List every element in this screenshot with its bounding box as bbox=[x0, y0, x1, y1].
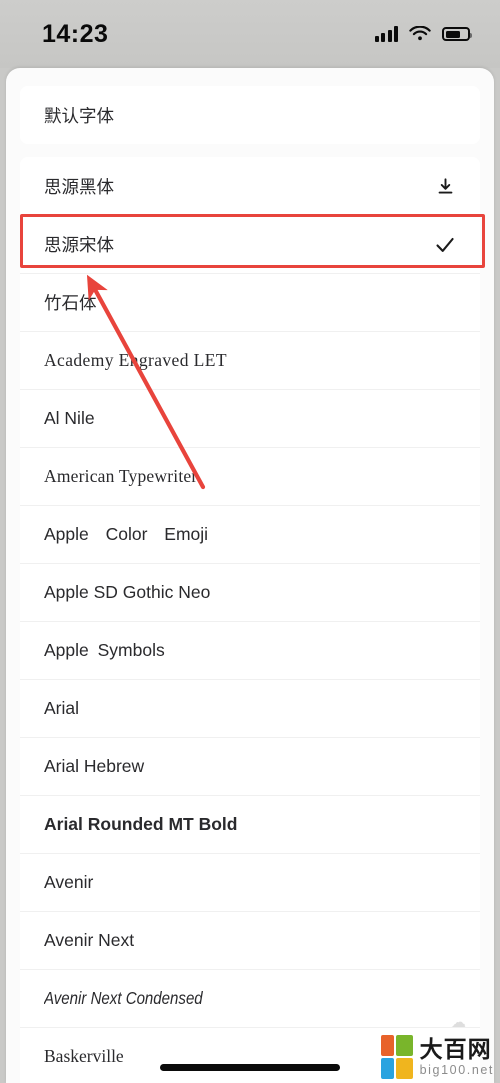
font-row-avenir[interactable]: Avenir bbox=[20, 853, 480, 911]
font-row-american-typewriter[interactable]: American Typewriter bbox=[20, 447, 480, 505]
row-trailing-empty bbox=[432, 464, 458, 490]
font-row-siyuan-heiti[interactable]: 思源黑体 bbox=[20, 157, 480, 215]
row-trailing-empty bbox=[432, 290, 458, 316]
row-trailing-empty bbox=[432, 870, 458, 896]
font-row-avenir-next[interactable]: Avenir Next bbox=[20, 911, 480, 969]
font-row-arial-rounded-mt-bold[interactable]: Arial Rounded MT Bold bbox=[20, 795, 480, 853]
font-row-label: Arial bbox=[44, 698, 80, 718]
status-bar-clock: 14:23 bbox=[42, 19, 109, 48]
watermark-en-text: big100.net bbox=[419, 1062, 494, 1077]
row-trailing-empty bbox=[432, 696, 458, 722]
watermark: 大百网 big100.net bbox=[380, 1035, 494, 1079]
font-row-academy-engraved-let[interactable]: Academy Engraved LET bbox=[20, 331, 480, 389]
font-row-label: American Typewriter bbox=[44, 466, 198, 486]
row-trailing-empty bbox=[432, 812, 458, 838]
font-row-label: Apple SD Gothic Neo bbox=[44, 582, 211, 602]
font-row-label: 默认字体 bbox=[44, 105, 114, 126]
row-trailing-empty bbox=[432, 986, 458, 1012]
font-row-label: Avenir bbox=[44, 872, 94, 892]
font-row-arial[interactable]: Arial bbox=[20, 679, 480, 737]
watermark-logo-icon bbox=[380, 1035, 413, 1079]
font-row-label: Academy Engraved LET bbox=[44, 350, 227, 370]
wifi-icon bbox=[409, 26, 431, 41]
font-row-label: Avenir Next bbox=[44, 930, 135, 950]
cellular-signal-icon bbox=[374, 26, 398, 42]
font-row-label: 思源宋体 bbox=[44, 235, 114, 255]
font-row-label: Apple Color Emoji bbox=[44, 524, 209, 544]
font-picker-sheet: 默认字体 思源黑体 思源宋体 竹石体 Academy Engraved LET … bbox=[6, 68, 494, 1083]
font-row-zhushiti[interactable]: 竹石体 bbox=[20, 273, 480, 331]
font-row-avenir-next-condensed[interactable]: Avenir Next Condensed bbox=[20, 969, 480, 1027]
font-row-al-nile[interactable]: Al Nile bbox=[20, 389, 480, 447]
cloud-download-glyph-partial: ☁ bbox=[451, 1014, 466, 1031]
font-row-apple-sd-gothic-neo[interactable]: Apple SD Gothic Neo bbox=[20, 563, 480, 621]
font-row-label: 竹石体 bbox=[44, 293, 97, 313]
font-row-default[interactable]: 默认字体 bbox=[20, 86, 480, 144]
watermark-cn-text: 大百网 bbox=[419, 1035, 492, 1062]
row-trailing-empty bbox=[432, 522, 458, 548]
row-trailing-empty bbox=[432, 406, 458, 432]
status-bar: 14:23 bbox=[0, 0, 500, 68]
watermark-text: 大百网 big100.net bbox=[419, 1035, 494, 1077]
download-icon[interactable] bbox=[432, 173, 458, 199]
home-indicator-bar[interactable] bbox=[160, 1064, 340, 1071]
font-row-apple-color-emoji[interactable]: Apple Color Emoji bbox=[20, 505, 480, 563]
row-trailing-empty bbox=[432, 638, 458, 664]
font-list-group: 思源黑体 思源宋体 竹石体 Academy Engraved LET Al Ni… bbox=[20, 157, 480, 1083]
battery-icon bbox=[442, 27, 472, 41]
font-row-label: Apple Symbols bbox=[44, 640, 165, 660]
row-trailing-empty bbox=[432, 928, 458, 954]
row-trailing-empty bbox=[432, 754, 458, 780]
check-icon bbox=[432, 232, 458, 258]
row-trailing-empty bbox=[432, 580, 458, 606]
font-row-label: Avenir Next Condensed bbox=[44, 988, 203, 1008]
font-row-label: Arial Hebrew bbox=[44, 756, 145, 776]
font-row-siyuan-songti[interactable]: 思源宋体 bbox=[20, 215, 480, 273]
font-row-label: Arial Rounded MT Bold bbox=[44, 814, 238, 834]
font-row-label: Al Nile bbox=[44, 408, 95, 428]
status-bar-icons bbox=[374, 26, 472, 42]
row-trailing-empty bbox=[432, 348, 458, 374]
font-row-label: 思源黑体 bbox=[44, 176, 114, 197]
font-row-apple-symbols[interactable]: Apple Symbols bbox=[20, 621, 480, 679]
row-trailing-empty bbox=[432, 102, 458, 128]
default-font-group: 默认字体 bbox=[20, 86, 480, 144]
font-row-arial-hebrew[interactable]: Arial Hebrew bbox=[20, 737, 480, 795]
